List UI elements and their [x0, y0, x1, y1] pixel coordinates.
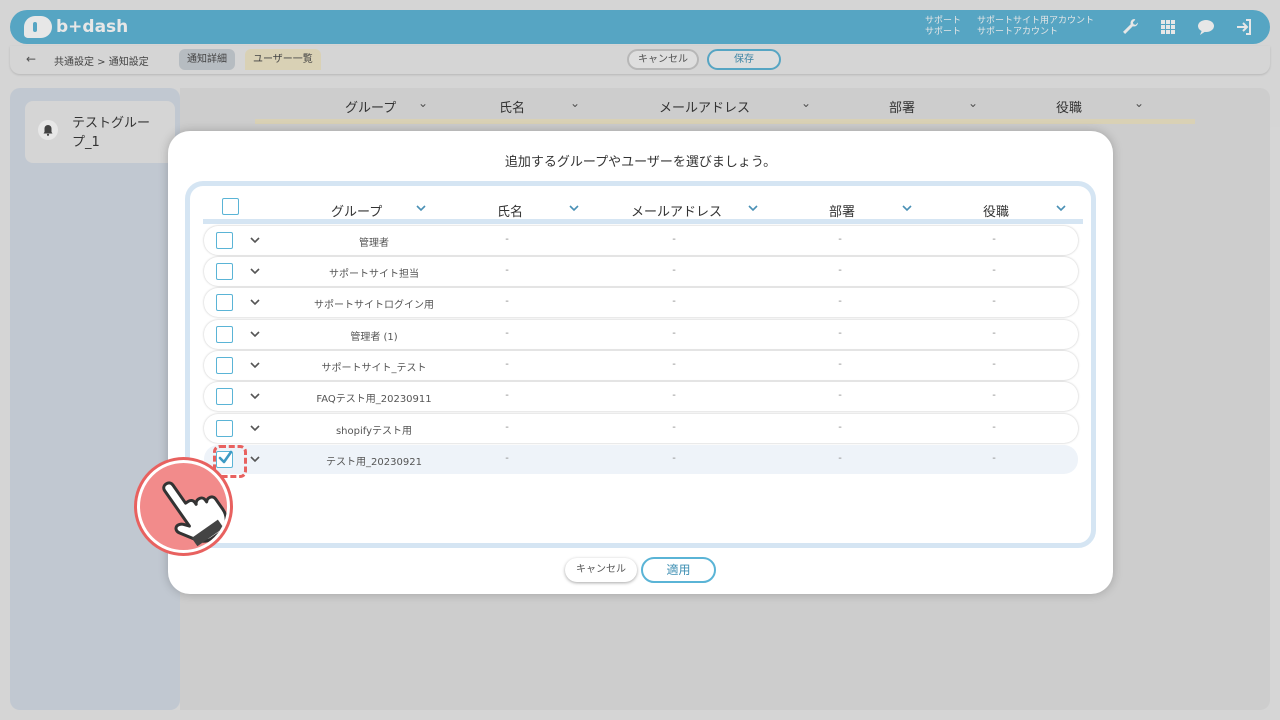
cell-name: -	[505, 296, 509, 307]
cell-group: サポートサイト担当	[329, 269, 419, 280]
cell-role: -	[992, 234, 996, 245]
cell-dept: -	[838, 422, 842, 433]
cell-name: -	[505, 265, 509, 276]
cell-role: -	[992, 453, 996, 464]
table-row[interactable]: サポートサイト担当 - - - -	[204, 257, 1078, 286]
table-row[interactable]: 管理者 - - - -	[204, 226, 1078, 255]
cell-dept: -	[838, 296, 842, 307]
cell-group: 管理者	[359, 238, 389, 249]
cell-email: -	[672, 328, 676, 339]
chevron-down-icon[interactable]	[901, 202, 913, 214]
cell-email: -	[672, 265, 676, 276]
chevron-down-icon[interactable]	[747, 202, 759, 214]
table-row[interactable]: FAQテスト用_20230911 - - - -	[204, 382, 1078, 411]
table-row[interactable]: サポートサイトログイン用 - - - -	[204, 288, 1078, 317]
cell-name: -	[505, 453, 509, 464]
cell-email: -	[672, 453, 676, 464]
row-checkbox[interactable]	[216, 326, 233, 343]
cell-dept: -	[838, 265, 842, 276]
cell-role: -	[992, 296, 996, 307]
selection-table: グループ 氏名 メールアドレス 部署 役職 管理者 - - - - サポートサイ…	[185, 181, 1096, 548]
col-header-role[interactable]: 役職	[983, 201, 1009, 220]
cell-role: -	[992, 265, 996, 276]
cell-role: -	[992, 328, 996, 339]
row-checkbox[interactable]	[216, 357, 233, 374]
cell-name: -	[505, 390, 509, 401]
cell-dept: -	[838, 390, 842, 401]
pointing-hand-icon	[137, 460, 230, 553]
chevron-down-icon[interactable]	[1055, 202, 1067, 214]
cell-group: テスト用_20230921	[326, 457, 422, 468]
col-header-dept[interactable]: 部署	[829, 201, 855, 220]
cell-group: サポートサイトログイン用	[314, 300, 434, 311]
cell-email: -	[672, 234, 676, 245]
cell-dept: -	[838, 328, 842, 339]
row-checkbox[interactable]	[216, 232, 233, 249]
row-checkbox[interactable]	[216, 294, 233, 311]
cell-dept: -	[838, 453, 842, 464]
row-checkbox[interactable]	[216, 388, 233, 405]
cell-name: -	[505, 422, 509, 433]
table-row[interactable]: shopifyテスト用 - - - -	[204, 414, 1078, 443]
cell-role: -	[992, 359, 996, 370]
chevron-down-icon[interactable]	[568, 202, 580, 214]
col-header-email[interactable]: メールアドレス	[631, 201, 722, 220]
cell-group: shopifyテスト用	[335, 426, 413, 437]
cell-role: -	[992, 422, 996, 433]
cell-role: -	[992, 390, 996, 401]
cell-email: -	[672, 359, 676, 370]
cell-name: -	[505, 234, 509, 245]
cell-dept: -	[838, 234, 842, 245]
cell-email: -	[672, 390, 676, 401]
modal-title: 追加するグループやユーザーを選びましょう。	[504, 155, 777, 170]
cell-email: -	[672, 296, 676, 307]
table-row[interactable]: 管理者 (1) - - - -	[204, 320, 1078, 349]
cell-name: -	[505, 359, 509, 370]
cell-group: FAQテスト用_20230911	[316, 394, 432, 405]
cell-dept: -	[838, 359, 842, 370]
col-header-name[interactable]: 氏名	[497, 201, 523, 220]
cell-group: 管理者 (1)	[350, 332, 398, 343]
row-checkbox[interactable]	[216, 263, 233, 280]
highlight-box	[213, 445, 247, 478]
add-group-modal: 追加するグループやユーザーを選びましょう。 グループ 氏名 メールアドレス 部署…	[168, 131, 1113, 594]
col-header-group[interactable]: グループ	[331, 201, 382, 220]
cell-email: -	[672, 422, 676, 433]
table-header: グループ 氏名 メールアドレス 部署 役職	[203, 194, 1083, 224]
select-all-checkbox[interactable]	[222, 198, 239, 215]
cell-group: サポートサイト_テスト	[321, 363, 427, 374]
apply-button[interactable]: 適用	[641, 557, 716, 583]
chevron-down-icon[interactable]	[415, 202, 427, 214]
table-row[interactable]: サポートサイト_テスト - - - -	[204, 351, 1078, 380]
table-row-selected[interactable]: テスト用_20230921 - - - -	[204, 445, 1078, 474]
cell-name: -	[505, 328, 509, 339]
row-checkbox[interactable]	[216, 420, 233, 437]
modal-cancel-button[interactable]: キャンセル	[565, 558, 637, 582]
